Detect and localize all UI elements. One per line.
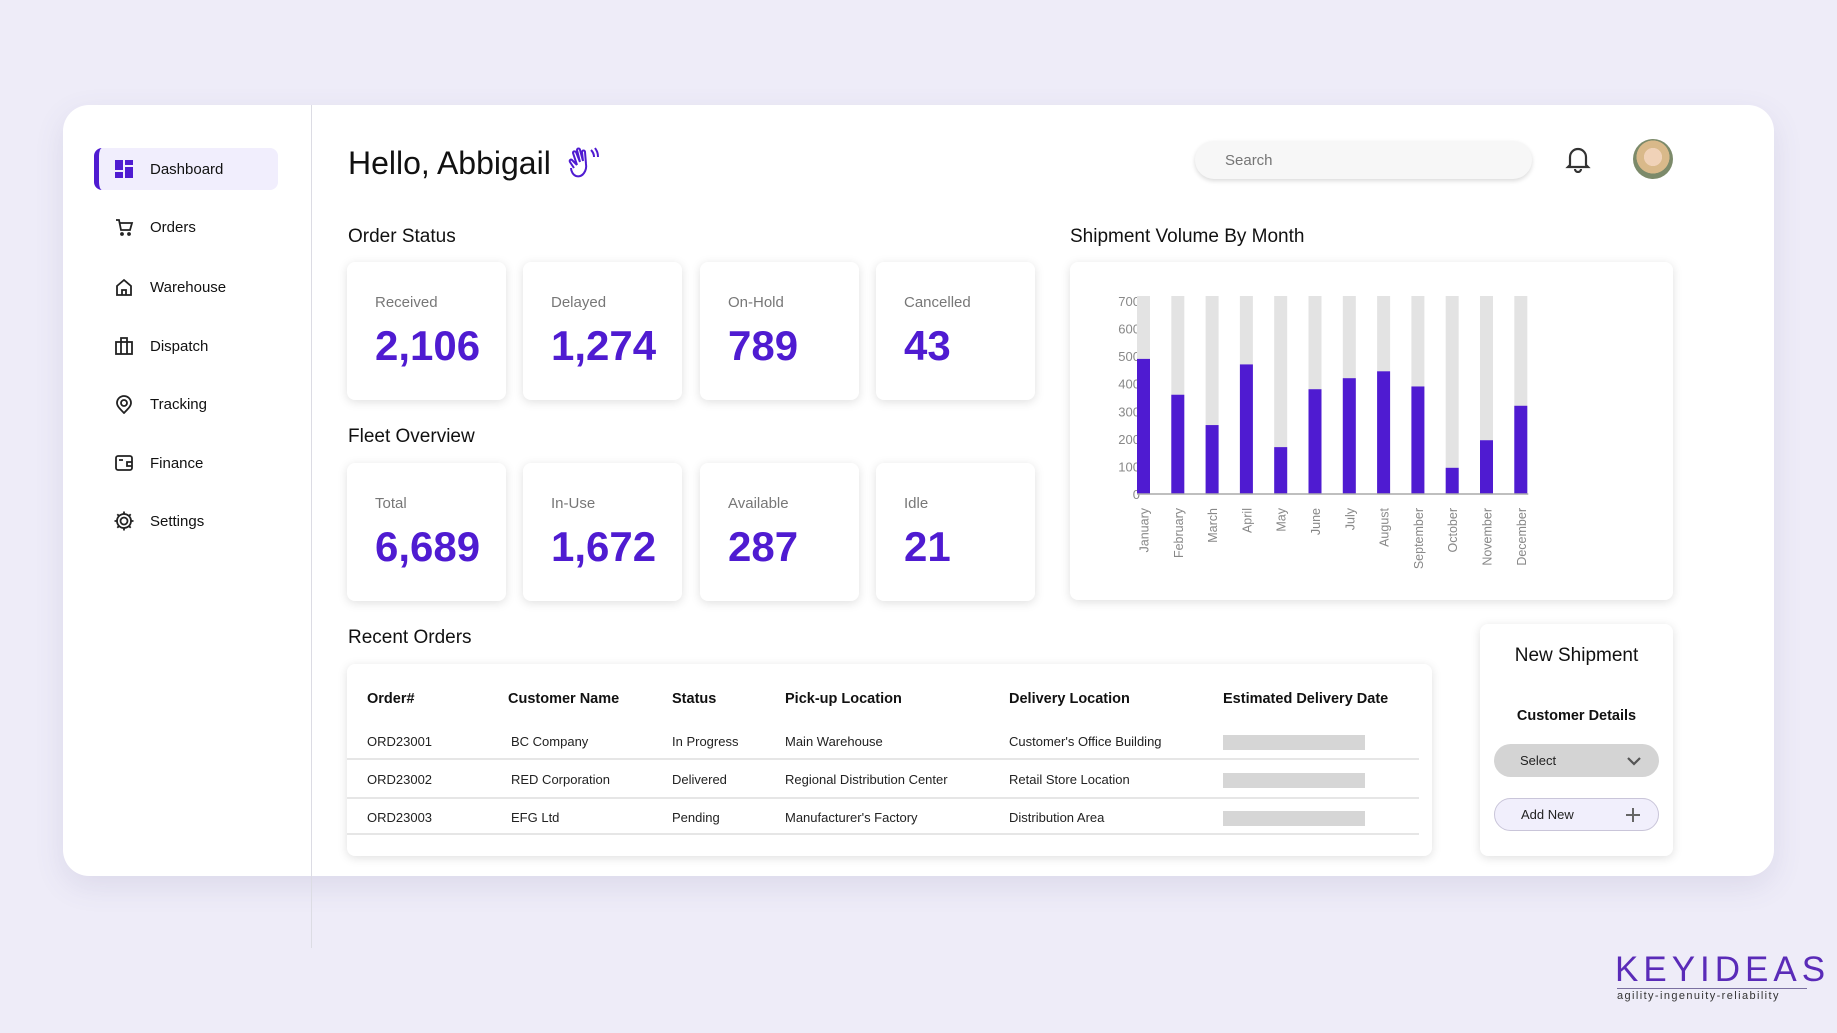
bar-april: [1239, 364, 1253, 494]
table-cell: Pending: [672, 810, 720, 825]
table-cell: Retail Store Location: [1009, 772, 1130, 787]
table-cell[interactable]: ORD23002: [367, 772, 432, 787]
bar-august: [1377, 371, 1391, 494]
x-tick-label: January: [1138, 507, 1152, 552]
y-tick-label: 400: [1118, 377, 1140, 392]
table-cell: RED Corporation: [511, 772, 610, 787]
add-new-button[interactable]: Add New: [1494, 798, 1659, 831]
delivery-date-placeholder: [1223, 773, 1365, 788]
bar-june: [1308, 389, 1322, 494]
bar-february: [1171, 394, 1185, 494]
bar-december: [1514, 405, 1528, 494]
table-cell: BC Company: [511, 734, 589, 749]
x-tick-label: September: [1412, 508, 1426, 569]
logo-tagline: agility-ingenuity-reliability: [1617, 988, 1807, 1002]
keyideas-logo: KEYIDEAS: [1615, 950, 1831, 989]
column-header[interactable]: Status: [672, 691, 716, 707]
shipment-volume-chart: 0100200300400500600700January February Mar…: [1118, 294, 1529, 569]
y-tick-label: 100: [1118, 459, 1140, 474]
x-tick-label: May: [1275, 507, 1289, 531]
bar-january: [1137, 358, 1150, 494]
table-cell: Regional Distribution Center: [785, 772, 948, 787]
bar-october: [1445, 467, 1459, 494]
add-new-label: Add New: [1521, 807, 1574, 822]
x-tick-label: February: [1172, 507, 1186, 558]
table-cell: EFG Ltd: [511, 810, 560, 825]
table-cell: Delivered: [672, 772, 727, 787]
table-cell[interactable]: ORD23001: [367, 734, 432, 749]
column-header[interactable]: Order#: [367, 691, 415, 707]
y-tick-label: 600: [1118, 322, 1140, 337]
x-tick-label: June: [1309, 508, 1323, 535]
y-tick-label: 500: [1118, 349, 1140, 364]
bar-may: [1274, 447, 1288, 494]
column-header[interactable]: Pick-up Location: [785, 691, 902, 707]
table-cell: Main Warehouse: [785, 734, 883, 749]
customer-select[interactable]: Select: [1494, 744, 1659, 777]
table-cell: Manufacturer's Factory: [785, 810, 918, 825]
chevron-down-icon: [1627, 756, 1641, 766]
column-header[interactable]: Estimated Delivery Date: [1223, 691, 1388, 707]
y-tick-label: 300: [1118, 404, 1140, 419]
x-tick-label: August: [1378, 507, 1392, 546]
plus-icon: [1626, 807, 1640, 822]
row-divider: [347, 797, 1419, 799]
table-cell: Customer's Office Building: [1009, 734, 1162, 749]
new-shipment-title: New Shipment: [1514, 645, 1639, 666]
x-tick-label: November: [1481, 508, 1495, 566]
row-divider: [347, 833, 1419, 835]
bar-july: [1342, 378, 1356, 494]
bar-track: [1445, 296, 1459, 494]
table-cell: Distribution Area: [1009, 810, 1105, 825]
x-tick-label: April: [1240, 508, 1254, 533]
bar-november: [1480, 440, 1493, 494]
select-label: Select: [1520, 753, 1557, 768]
x-tick-label: March: [1206, 508, 1220, 543]
column-header[interactable]: Delivery Location: [1009, 691, 1130, 707]
y-tick-label: 200: [1118, 432, 1140, 447]
bar-march: [1205, 425, 1219, 494]
table-cell: In Progress: [672, 734, 739, 749]
bar-september: [1411, 386, 1425, 494]
row-divider: [347, 758, 1419, 760]
y-tick-label: 700: [1118, 294, 1140, 309]
recent-orders-title: Recent Orders: [348, 627, 472, 648]
x-tick-label: December: [1515, 508, 1529, 566]
table-cell[interactable]: ORD23003: [367, 810, 432, 825]
customer-details-label: Customer Details: [1516, 708, 1637, 724]
delivery-date-placeholder: [1223, 811, 1365, 826]
column-header[interactable]: Customer Name: [508, 691, 619, 707]
delivery-date-placeholder: [1223, 735, 1365, 750]
x-tick-label: October: [1446, 508, 1460, 552]
x-tick-label: July: [1343, 507, 1357, 530]
